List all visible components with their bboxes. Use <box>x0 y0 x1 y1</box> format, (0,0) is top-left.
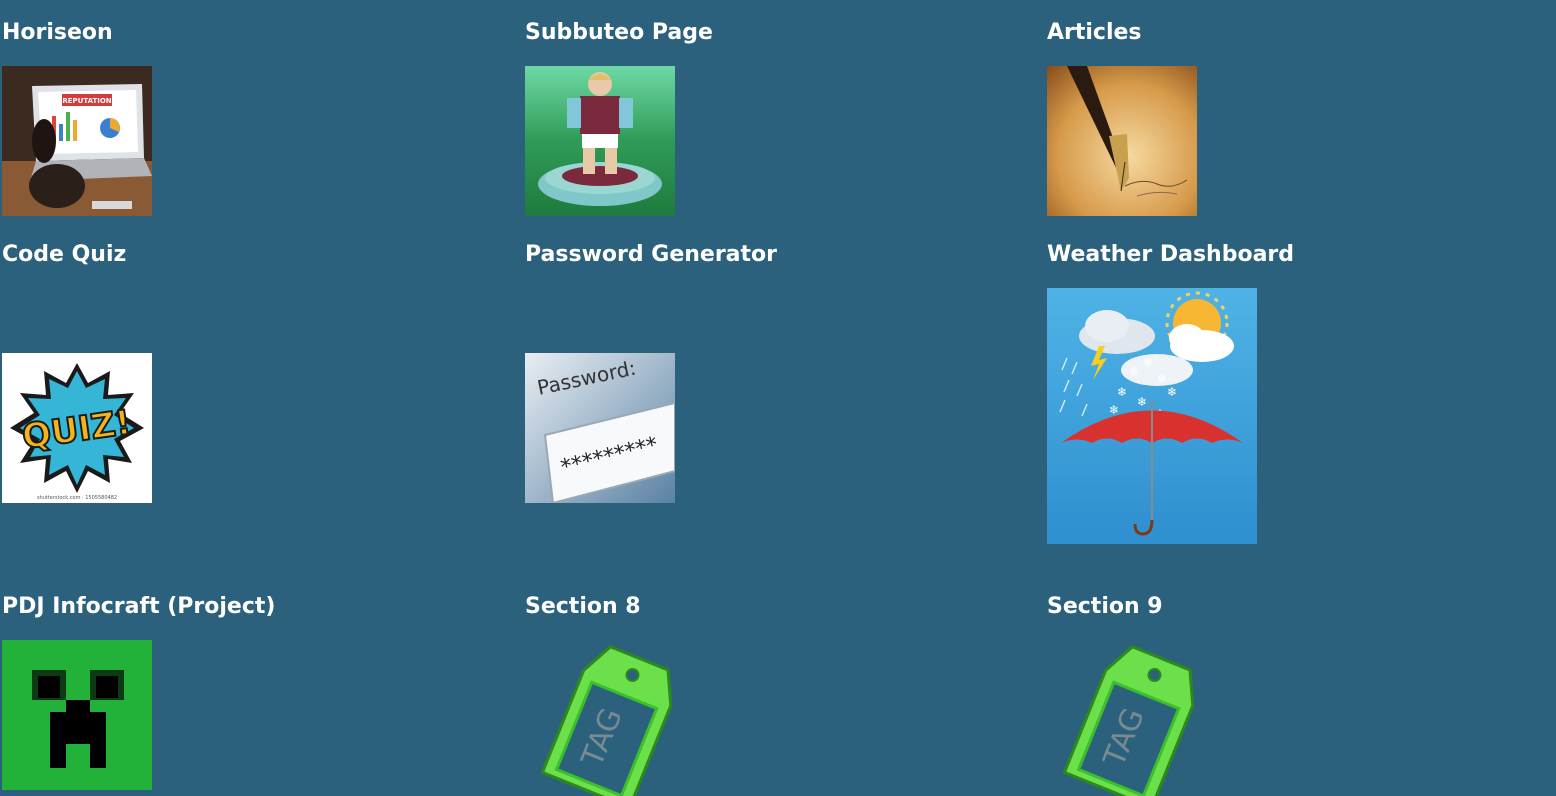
svg-text:❄: ❄ <box>1109 403 1119 417</box>
svg-text:❄: ❄ <box>1143 355 1153 369</box>
section-title[interactable]: Section 9 <box>1047 594 1163 620</box>
section-title[interactable]: Subbuteo Page <box>525 20 713 46</box>
tag-icon[interactable]: TAG <box>1047 640 1197 796</box>
laptop-reputation-image[interactable]: REPUTATION <box>2 66 152 216</box>
tag-icon[interactable]: TAG <box>525 640 675 796</box>
image-text: REPUTATION <box>62 97 111 105</box>
section-title[interactable]: Horiseon <box>2 20 113 46</box>
svg-text:❄: ❄ <box>1137 395 1147 409</box>
svg-text:❄: ❄ <box>1157 372 1167 386</box>
section-title[interactable]: PDJ Infocraft (Project) <box>2 594 275 620</box>
svg-text:❄: ❄ <box>1129 365 1139 379</box>
fountain-pen-image[interactable] <box>1047 66 1197 216</box>
section-title[interactable]: Code Quiz <box>2 242 126 268</box>
quiz-comic-image[interactable]: QUIZ! shutterstock.com · 1505580482 <box>2 353 152 503</box>
weather-umbrella-image[interactable]: ❄❄❄ ❄❄❄ ❄❄ <box>1047 288 1257 544</box>
image-caption: shutterstock.com · 1505580482 <box>37 495 117 501</box>
subbuteo-figure-image[interactable] <box>525 66 675 216</box>
section-title[interactable]: Weather Dashboard <box>1047 242 1294 268</box>
svg-text:❄: ❄ <box>1167 385 1177 399</box>
section-title[interactable]: Articles <box>1047 20 1142 46</box>
password-field-image[interactable]: Password: ********* <box>525 353 675 503</box>
svg-text:❄: ❄ <box>1117 385 1127 399</box>
creeper-face-image[interactable] <box>2 640 152 790</box>
section-title[interactable]: Password Generator <box>525 242 777 268</box>
section-title[interactable]: Section 8 <box>525 594 641 620</box>
